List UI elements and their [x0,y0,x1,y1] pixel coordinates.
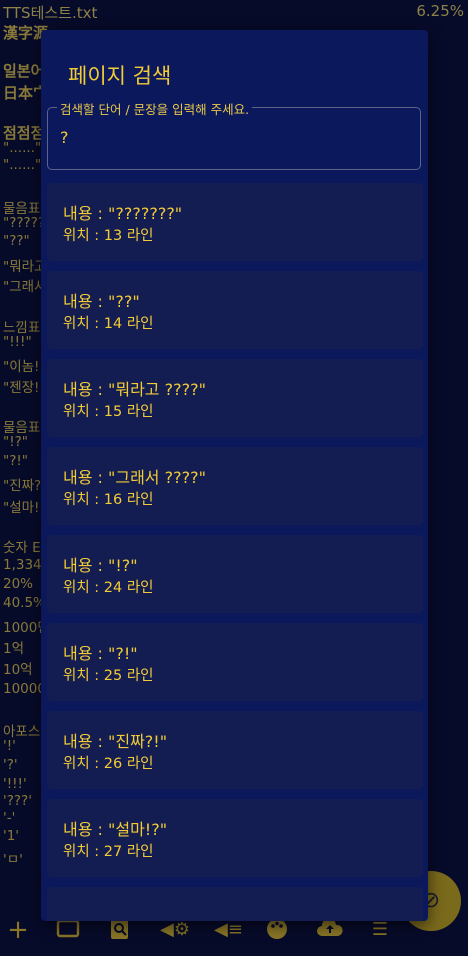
result-location: 위치 : 13 라인 [63,228,154,244]
document-line: 40.5% [3,595,46,611]
result-location: 위치 : 15 라인 [63,404,154,420]
result-content: 내용 : "??" [63,292,140,311]
search-result-item[interactable] [47,887,423,921]
result-location: 위치 : 16 라인 [63,492,154,508]
result-location: 위치 : 26 라인 [63,756,154,772]
result-location: 위치 : 25 라인 [63,668,154,684]
document-line: "뭐라고 [3,259,47,275]
document-line: '1' [3,828,20,844]
document-line: 10억 [3,662,33,678]
result-content: 내용 : "그래서 ????" [63,468,206,487]
document-line: '???' [3,793,32,809]
result-content: 내용 : "?!" [63,644,138,663]
document-line: '?' [3,757,18,773]
result-content: 내용 : "???????" [63,204,183,223]
document-line: "설마! [3,500,40,516]
document-line: "......" [3,157,42,173]
document-line: 물음표 [3,201,41,217]
search-result-item[interactable]: 내용 : "?!" 위치 : 25 라인 [47,623,423,701]
result-content: 내용 : "뭐라고 ????" [63,380,206,399]
document-line: '!!!' [3,776,27,792]
document-line: 1,334 [3,557,42,573]
document-line: "??" [3,233,30,249]
list-icon[interactable]: ☰ [367,918,393,942]
search-result-item[interactable]: 내용 : "진짜?!" 위치 : 26 라인 [47,711,423,789]
result-location: 위치 : 24 라인 [63,580,154,596]
document-line: '-' [3,810,16,826]
speaker-settings-icon[interactable]: ◀⚙ [160,918,190,942]
document-line: 일본어 [3,62,45,80]
cloud-upload-icon[interactable] [316,918,343,942]
document-line: 느낌표 [3,320,41,336]
document-line: 20% [3,576,34,592]
document-line: "????? [3,215,46,231]
search-result-item[interactable]: 내용 : "???????" 위치 : 13 라인 [47,183,423,261]
document-line: "!!!" [3,334,32,350]
search-result-item[interactable]: 내용 : "??" 위치 : 14 라인 [47,271,423,349]
palette-icon[interactable] [264,918,290,942]
result-location: 위치 : 27 라인 [63,844,154,860]
document-line: "이놈! [3,359,40,375]
document-line: 'ㅁ' [3,852,23,868]
document-line: "?!" [3,453,28,469]
document-line: "그래서 [3,279,47,295]
document-line: 숫자 E [3,540,41,556]
dialog-title: 페이지 검색 [68,64,172,88]
page-search-dialog: 페이지 검색 검색할 단어 / 문장을 입력해 주세요. 내용 : "?????… [41,30,428,921]
search-result-item[interactable]: 내용 : "!?" 위치 : 24 라인 [47,535,423,613]
document-line: "젠장! [3,380,40,396]
document-line: "!?" [3,434,28,450]
search-label: 검색할 단어 / 문장을 입력해 주세요. [57,99,253,118]
folder-icon[interactable] [55,918,81,942]
document-line: '!' [3,738,16,754]
speaker-filter-icon[interactable]: ◀≡ [214,918,243,942]
document-line: 1억 [3,641,25,657]
reading-progress: 6.25% [416,2,464,20]
document-line: 10000 [3,681,46,697]
status-bar: TTS테스트.txt 6.25% [0,0,468,24]
document-line: "......" [3,140,42,156]
result-content: 내용 : "!?" [63,556,138,575]
document-line: 물음표 [3,420,41,436]
search-input[interactable] [60,128,400,147]
add-icon[interactable]: + [5,917,31,943]
search-result-item[interactable]: 내용 : "뭐라고 ????" 위치 : 15 라인 [47,359,423,437]
document-line: 아포스 [3,724,41,740]
page-search-icon[interactable] [107,918,133,942]
result-content: 내용 : "진짜?!" [63,732,168,751]
search-result-item[interactable]: 내용 : "설마!?" 위치 : 27 라인 [47,799,423,877]
result-location: 위치 : 14 라인 [63,316,154,332]
document-line: "진짜? [3,478,42,494]
file-name: TTS테스트.txt [3,4,98,22]
search-field[interactable]: 검색할 단어 / 문장을 입력해 주세요. [47,99,421,170]
search-result-item[interactable]: 내용 : "그래서 ????" 위치 : 16 라인 [47,447,423,525]
result-content: 내용 : "설마!?" [63,820,168,839]
